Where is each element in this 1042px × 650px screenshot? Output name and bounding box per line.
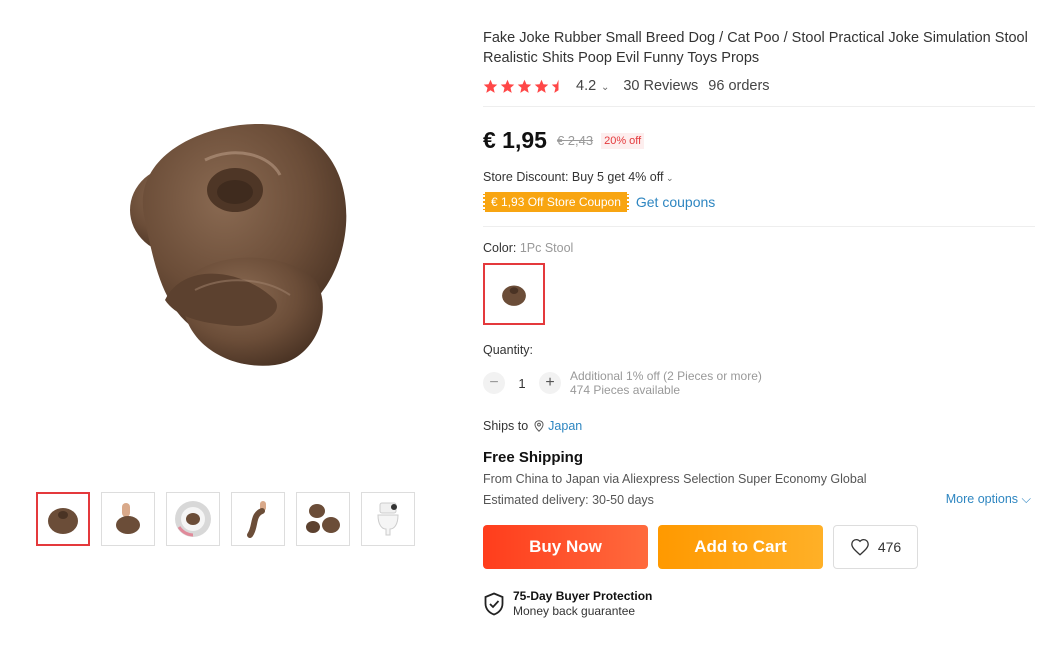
current-price: € 1,95 bbox=[483, 127, 547, 153]
shipping-to-country: Japan bbox=[565, 472, 600, 486]
wishlist-button[interactable]: 476 bbox=[833, 525, 918, 569]
color-label-text: Color: bbox=[483, 241, 517, 255]
quantity-input[interactable] bbox=[505, 375, 539, 391]
poop-toy-image bbox=[130, 124, 347, 366]
half-star-icon bbox=[551, 79, 559, 93]
rating-number: 4.2 bbox=[576, 78, 597, 94]
wishlist-count: 476 bbox=[877, 539, 902, 555]
discount-badge: 20% off bbox=[601, 132, 645, 149]
star-icon bbox=[517, 79, 532, 93]
shield-check-icon bbox=[484, 592, 504, 616]
main-product-image[interactable] bbox=[20, 30, 450, 470]
thumbnail-3[interactable] bbox=[166, 492, 220, 546]
coupon-row: € 1,93 Off Store Coupon Get coupons bbox=[483, 192, 1035, 212]
dangling-thumbnail-icon bbox=[247, 501, 266, 538]
delivery-row: Estimated delivery: 30-50 days More opti… bbox=[483, 492, 1035, 507]
quantity-stepper: − + Additional 1% off (2 Pieces or more)… bbox=[483, 369, 1035, 397]
quantity-info: Additional 1% off (2 Pieces or more) 474… bbox=[570, 369, 762, 397]
chevron-down-icon: ⌵ bbox=[1021, 492, 1031, 506]
stock-available-text: 474 Pieces available bbox=[570, 383, 681, 397]
selected-color-value: 1Pc Stool bbox=[519, 241, 574, 255]
shipping-to-text: to bbox=[548, 472, 566, 486]
star-icon bbox=[534, 79, 549, 93]
toilet-thumbnail-icon bbox=[377, 502, 399, 536]
color-swatch-1pc-stool[interactable] bbox=[483, 263, 545, 325]
action-buttons: Buy Now Add to Cart 476 bbox=[483, 525, 1035, 569]
rating-value[interactable]: 4.2 ⌄ bbox=[576, 78, 609, 94]
protection-subtitle: Money back guarantee bbox=[513, 604, 636, 618]
divider bbox=[483, 106, 1035, 107]
thumbnail-4[interactable] bbox=[231, 492, 285, 546]
protection-title: 75-Day Buyer Protection bbox=[513, 589, 653, 603]
shipping-from-country: China bbox=[515, 472, 549, 486]
buyer-protection: 75-Day Buyer Protection Money back guara… bbox=[483, 589, 1035, 619]
shipping-detail: From China to Japan via Aliexpress Selec… bbox=[483, 472, 1035, 486]
star-icon bbox=[500, 79, 515, 93]
rating-stars bbox=[483, 79, 566, 94]
product-title: Fake Joke Rubber Small Breed Dog / Cat P… bbox=[483, 30, 1028, 66]
get-coupons-link[interactable]: Get coupons bbox=[636, 194, 715, 210]
toilet-bowl-thumbnail-icon bbox=[175, 501, 211, 537]
thumbnail-2[interactable] bbox=[101, 492, 155, 546]
poop-thumbnail-icon bbox=[48, 508, 78, 534]
protection-text: 75-Day Buyer Protection Money back guara… bbox=[513, 589, 652, 619]
color-label: Color: 1Pc Stool bbox=[483, 241, 1035, 255]
ships-to-row: Ships to Japan bbox=[483, 419, 1035, 433]
product-info: Fake Joke Rubber Small Breed Dog / Cat P… bbox=[483, 28, 1035, 619]
more-options-text: More options bbox=[945, 492, 1019, 506]
rating-row: 4.2 ⌄ 30 Reviews 96 orders bbox=[483, 78, 1035, 94]
ships-to-country[interactable]: Japan bbox=[548, 419, 582, 433]
quantity-decrease-button[interactable]: − bbox=[483, 372, 505, 394]
store-discount-text: Store Discount: Buy 5 get 4% off bbox=[483, 170, 664, 184]
thumbnail-5[interactable] bbox=[296, 492, 350, 546]
bulk-discount-text: Additional 1% off (2 Pieces or more) bbox=[570, 369, 762, 383]
orders-count: 96 orders bbox=[708, 78, 770, 94]
chevron-down-icon: ⌄ bbox=[598, 82, 610, 93]
store-discount[interactable]: Store Discount: Buy 5 get 4% off ⌄ bbox=[483, 170, 1035, 184]
location-pin-icon bbox=[534, 420, 544, 432]
ships-to-label: Ships to bbox=[483, 419, 529, 433]
more-options-link[interactable]: More options ⌵ bbox=[946, 492, 1031, 507]
divider bbox=[483, 226, 1035, 227]
thumbnail-6[interactable] bbox=[361, 492, 415, 546]
original-price: € 2,43 bbox=[556, 133, 594, 148]
heart-icon bbox=[850, 538, 869, 556]
free-shipping-label: Free Shipping bbox=[483, 449, 584, 466]
quantity-increase-button[interactable]: + bbox=[539, 372, 561, 394]
add-to-cart-button[interactable]: Add to Cart bbox=[658, 525, 823, 569]
price-row: € 1,95 € 2,43 20% off bbox=[483, 127, 1035, 154]
thumbnail-strip bbox=[36, 492, 415, 546]
quantity-label: Quantity: bbox=[483, 343, 534, 357]
chevron-down-icon: ⌄ bbox=[663, 173, 674, 183]
star-icon bbox=[483, 79, 498, 93]
buy-now-button[interactable]: Buy Now bbox=[483, 525, 648, 569]
thumbnail-1[interactable] bbox=[36, 492, 90, 546]
shipping-via-text: via Aliexpress Selection Super Economy G… bbox=[599, 472, 867, 486]
hand-holding-thumbnail-icon bbox=[116, 503, 140, 534]
poop-swatch-icon bbox=[502, 285, 526, 306]
store-coupon-tag[interactable]: € 1,93 Off Store Coupon bbox=[483, 192, 629, 212]
estimated-delivery: Estimated delivery: 30-50 days bbox=[483, 492, 654, 507]
reviews-link[interactable]: 30 Reviews bbox=[623, 78, 698, 94]
shipping-from-text: From bbox=[483, 472, 516, 486]
multiple-pieces-thumbnail-icon bbox=[306, 504, 340, 533]
